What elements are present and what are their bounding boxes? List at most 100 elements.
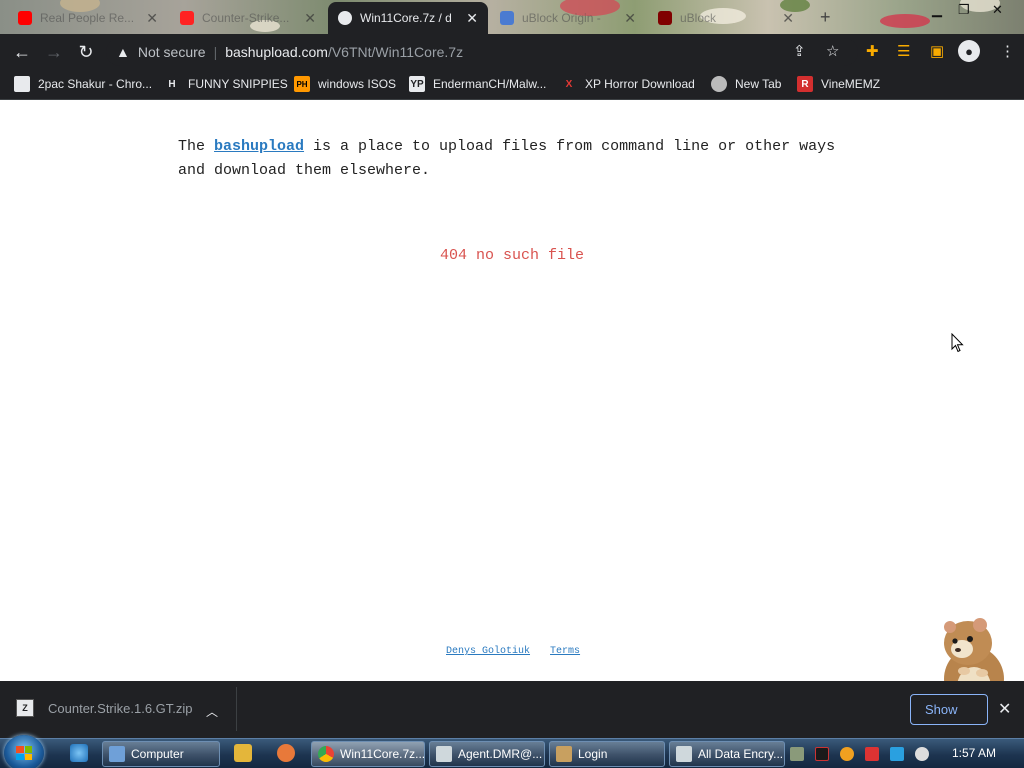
menu-kebab-icon[interactable]: ⋮ <box>1000 42 1015 60</box>
ph-icon: PH <box>294 76 310 92</box>
footer-links: Denys Golotiuk Terms <box>446 646 594 657</box>
clock[interactable]: 1:57 AM <box>952 746 996 760</box>
yp-icon: YP <box>409 76 425 92</box>
restore-icon[interactable]: ❐ <box>958 2 970 18</box>
share-icon[interactable]: ⇪ <box>793 42 806 60</box>
window-icon <box>436 746 452 762</box>
star-icon[interactable]: ☆ <box>826 42 839 60</box>
bookmark-item[interactable]: X XP Horror Download <box>561 76 695 92</box>
close-tab-icon[interactable]: ✕ <box>304 10 316 27</box>
bookmark-item[interactable]: H FUNNY SNIPPIES <box>164 76 288 92</box>
download-file-name[interactable]: Counter.Strike.1.6.GT.zip <box>48 701 193 716</box>
youtube-icon <box>180 11 194 25</box>
profile-avatar-icon[interactable]: ● <box>958 40 980 62</box>
h-icon: H <box>168 78 176 90</box>
taskbar-button-agent[interactable]: Agent.DMR@... <box>429 741 545 767</box>
mouse-cursor-icon <box>951 333 964 353</box>
tray-flag-icon[interactable] <box>865 747 879 761</box>
back-arrow-icon[interactable]: ← <box>10 40 34 64</box>
bookmark-label: New Tab <box>735 77 782 91</box>
terms-link[interactable]: Terms <box>550 646 580 657</box>
address-bar[interactable]: ▲ Not secure | bashupload.com /V6TNt/Win… <box>106 38 858 66</box>
chevron-up-icon[interactable]: ︿ <box>206 703 218 720</box>
intro-before: The <box>178 138 215 155</box>
youtube-icon <box>18 11 32 25</box>
divider <box>236 687 237 731</box>
login-icon <box>556 746 572 762</box>
taskbar-button-encryption[interactable]: All Data Encry... <box>669 741 785 767</box>
bookmark-label: 2pac Shakur - Chro... <box>38 77 153 91</box>
system-tray <box>790 739 940 768</box>
tab-5[interactable]: uBlock ✕ <box>648 2 804 34</box>
side-panel-icon[interactable]: ▣ <box>930 42 944 60</box>
tray-check-icon[interactable] <box>815 747 829 761</box>
close-tab-icon[interactable]: ✕ <box>146 10 158 27</box>
download-item[interactable]: Z Counter.Strike.1.6.GT.zip <box>16 699 193 717</box>
close-tab-icon[interactable]: ✕ <box>624 10 636 27</box>
tab-4[interactable]: uBlock Origin - ✕ <box>490 2 646 34</box>
x-icon: X <box>565 78 573 90</box>
ublock-icon <box>658 11 672 25</box>
tray-app-icon[interactable] <box>790 747 804 761</box>
tab-2[interactable]: Counter-Strike... ✕ <box>170 2 326 34</box>
tab-1[interactable]: Real People Re... ✕ <box>8 2 168 34</box>
url-host[interactable]: bashupload.com <box>225 44 328 60</box>
bookmark-label: EndermanCH/Malw... <box>433 77 547 91</box>
close-shelf-icon[interactable]: ✕ <box>998 699 1011 719</box>
chrome-store-icon <box>14 76 30 92</box>
tray-network-icon[interactable] <box>890 747 904 761</box>
reload-icon[interactable]: ↻ <box>74 40 98 64</box>
chrome-icon <box>318 746 334 762</box>
bookmark-item[interactable]: 2pac Shakur - Chro... <box>14 76 152 92</box>
computer-icon <box>109 746 125 762</box>
intro-text: The bashupload is a place to upload file… <box>178 135 838 183</box>
bashupload-link[interactable]: bashupload <box>214 138 304 155</box>
media-queue-icon[interactable]: ☰ <box>897 42 910 60</box>
close-tab-icon[interactable]: ✕ <box>466 10 478 27</box>
bookmarks-bar: 2pac Shakur - Chro... H FUNNY SNIPPIES P… <box>0 70 1024 100</box>
taskbar-label: Win11Core.7z... <box>340 747 425 761</box>
security-label[interactable]: Not secure <box>138 44 206 60</box>
bookmark-item[interactable]: R VineMEMZ <box>797 76 880 92</box>
tab-title: Win11Core.7z / d <box>360 11 452 25</box>
warning-icon[interactable]: ▲ <box>116 44 130 60</box>
media-player-icon[interactable] <box>234 744 252 762</box>
tab-title: uBlock Origin - <box>522 11 601 25</box>
taskbar-button-login[interactable]: Login <box>549 741 665 767</box>
taskbar-label: Login <box>578 747 608 761</box>
tab-active[interactable]: Win11Core.7z / d ✕ <box>328 2 488 34</box>
cloud-upload-icon <box>338 11 352 25</box>
close-window-icon[interactable]: ✕ <box>992 2 1003 18</box>
bookmark-item[interactable]: New Tab <box>711 76 781 92</box>
forward-arrow-icon[interactable]: → <box>42 40 66 64</box>
tab-strip: Real People Re... ✕ Counter-Strike... ✕ … <box>0 0 1024 34</box>
taskbar-label: All Data Encry... <box>698 747 784 761</box>
tray-search-icon[interactable] <box>840 747 854 761</box>
tray-volume-icon[interactable] <box>915 747 929 761</box>
error-message: 404 no such file <box>439 247 585 264</box>
bookmark-label: FUNNY SNIPPIES <box>188 77 288 91</box>
bookmark-label: VineMEMZ <box>821 77 881 91</box>
bookmark-item[interactable]: PH windows ISOS <box>294 76 396 92</box>
url-path[interactable]: /V6TNt/Win11Core.7z <box>328 44 463 60</box>
screen: Real People Re... ✕ Counter-Strike... ✕ … <box>0 0 1024 768</box>
taskbar-button-chrome[interactable]: Win11Core.7z... <box>311 741 425 767</box>
close-tab-icon[interactable]: ✕ <box>782 10 794 27</box>
tab-title: Counter-Strike... <box>202 11 290 25</box>
show-all-button[interactable]: Show <box>910 694 988 725</box>
bookmark-label: windows ISOS <box>318 77 397 91</box>
start-button[interactable] <box>4 735 44 768</box>
tab-title: uBlock <box>680 11 717 25</box>
internet-explorer-icon[interactable] <box>70 744 88 762</box>
paint-icon[interactable] <box>277 744 295 762</box>
taskbar: Computer Win11Core.7z... Agent.DMR@... L… <box>0 735 1024 768</box>
extensions-puzzle-icon[interactable]: ✚ <box>866 42 879 60</box>
taskbar-label: Computer <box>131 747 184 761</box>
author-link[interactable]: Denys Golotiuk <box>446 646 530 657</box>
new-tab-button[interactable]: + <box>820 7 831 28</box>
windows-logo-icon <box>16 746 32 760</box>
taskbar-button-computer[interactable]: Computer <box>102 741 220 767</box>
bookmark-label: XP Horror Download <box>585 77 695 91</box>
minimize-icon[interactable]: ▁ <box>932 2 942 18</box>
bookmark-item[interactable]: YP EndermanCH/Malw... <box>409 76 546 92</box>
